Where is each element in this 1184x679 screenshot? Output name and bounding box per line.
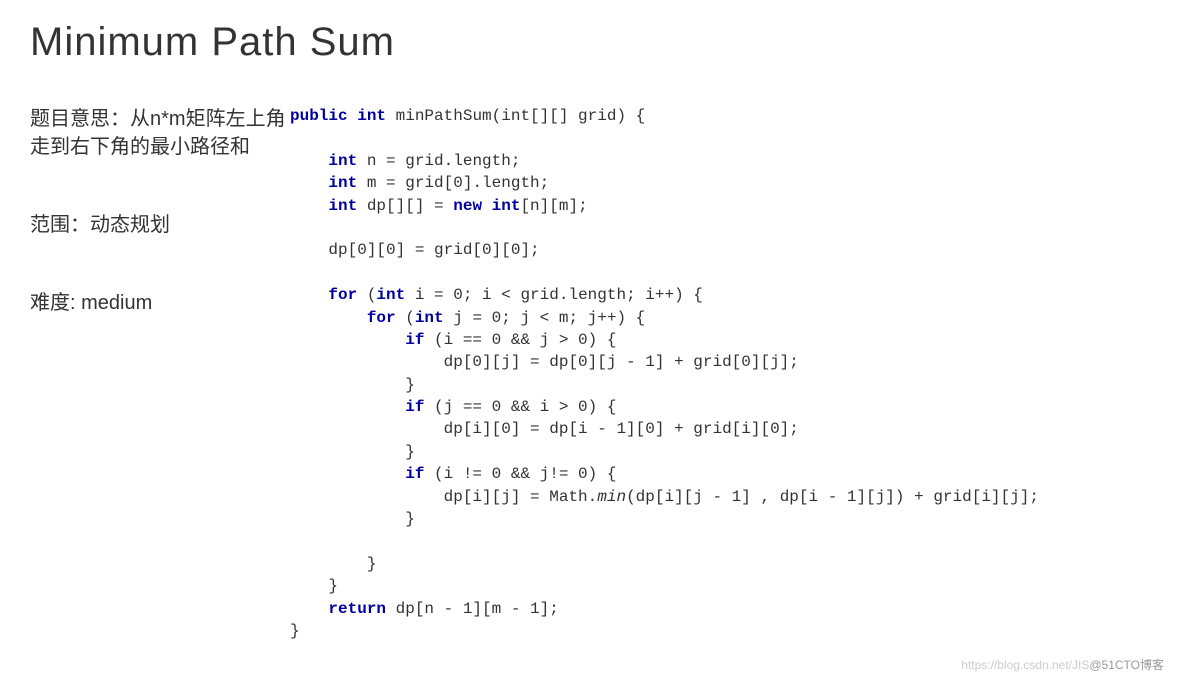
code-text: n = grid.length; <box>357 152 520 170</box>
code-keyword: int <box>415 309 444 327</box>
code-text: dp[][] = <box>357 197 453 215</box>
code-text: dp[n - 1][m - 1]; <box>386 600 559 618</box>
code-text: m = grid[0].length; <box>357 174 549 192</box>
code-keyword: public int <box>290 107 396 125</box>
code-params: (int[][] grid) { <box>492 107 646 125</box>
description-column: 题目意思：从n*m矩阵左上角走到右下角的最小路径和 范围：动态规划 难度: me… <box>30 105 290 642</box>
code-keyword: int <box>328 197 357 215</box>
code-text: dp[0][0] = grid[0][0]; <box>328 241 539 259</box>
code-method-call: min <box>597 488 626 506</box>
code-keyword: return <box>328 600 386 618</box>
code-text: ( <box>396 309 415 327</box>
problem-scope: 范围：动态规划 <box>30 211 290 239</box>
code-keyword: int <box>328 174 357 192</box>
code-text: (i == 0 && j > 0) { <box>424 331 616 349</box>
code-keyword: if <box>405 465 424 483</box>
code-text: dp[i][0] = dp[i - 1][0] + grid[i][0]; <box>444 420 799 438</box>
code-text: i = 0; i < grid.length; i++) { <box>405 286 703 304</box>
code-text: } <box>290 622 300 640</box>
code-text: (i != 0 && j!= 0) { <box>424 465 616 483</box>
code-keyword: new int <box>453 197 520 215</box>
code-text: (dp[i][j - 1] , dp[i - 1][j]) + grid[i][… <box>626 488 1039 506</box>
code-text: } <box>405 376 415 394</box>
code-keyword: if <box>405 331 424 349</box>
code-text: } <box>405 510 415 528</box>
watermark-light: https://blog.csdn.net/JIS <box>961 658 1089 672</box>
code-text: } <box>367 555 377 573</box>
code-keyword: for <box>328 286 357 304</box>
code-keyword: int <box>376 286 405 304</box>
content-area: 题目意思：从n*m矩阵左上角走到右下角的最小路径和 范围：动态规划 难度: me… <box>30 105 1154 642</box>
code-keyword: for <box>367 309 396 327</box>
code-block: public int minPathSum(int[][] grid) { in… <box>290 105 1154 642</box>
watermark-dark: @51CTO博客 <box>1089 658 1164 672</box>
code-keyword: int <box>328 152 357 170</box>
watermark: https://blog.csdn.net/JIS@51CTO博客 <box>961 656 1164 673</box>
code-text: dp[i][j] = Math. <box>444 488 598 506</box>
code-text: [n][m]; <box>520 197 587 215</box>
code-text: } <box>405 443 415 461</box>
code-text: j = 0; j < m; j++) { <box>444 309 646 327</box>
code-keyword: if <box>405 398 424 416</box>
code-text: (j == 0 && i > 0) { <box>424 398 616 416</box>
page-title: Minimum Path Sum <box>30 20 1154 65</box>
code-text: ( <box>357 286 376 304</box>
problem-difficulty: 难度: medium <box>30 289 290 317</box>
code-method-name: minPathSum <box>396 107 492 125</box>
code-text: dp[0][j] = dp[0][j - 1] + grid[0][j]; <box>444 353 799 371</box>
code-text: } <box>328 577 338 595</box>
problem-meaning: 题目意思：从n*m矩阵左上角走到右下角的最小路径和 <box>30 105 290 161</box>
